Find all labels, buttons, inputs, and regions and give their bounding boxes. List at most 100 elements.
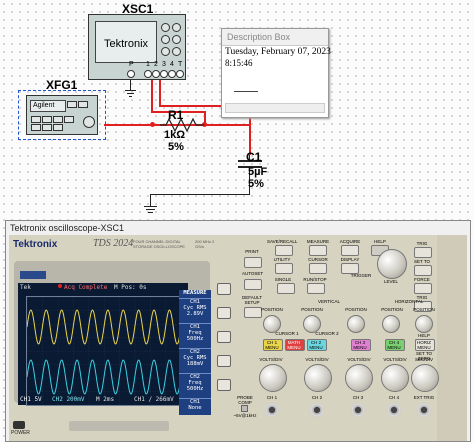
sec-div-label: SEC/DIV	[414, 357, 433, 362]
ch3-bnc-connector[interactable]	[351, 403, 365, 417]
measure-item-value: 2.89V	[186, 311, 204, 317]
scope-graticule	[26, 296, 182, 406]
force-trig-button[interactable]	[414, 283, 432, 294]
measure-item[interactable]: CH2 Cyc RMS 188mV	[179, 349, 211, 374]
trigger-section-label: TRIGGER	[350, 273, 372, 278]
ch3-position-knob[interactable]	[347, 315, 365, 333]
scope-terminal-label: 1	[146, 61, 150, 68]
probe-comp-terminal[interactable]	[241, 405, 248, 412]
fgen-icon-button	[31, 116, 41, 123]
set-50-button[interactable]	[414, 265, 432, 276]
resistor-ref: R1	[168, 108, 184, 122]
measure-item[interactable]: CH1 Cyc RMS 2.89V	[179, 299, 211, 324]
utility-button[interactable]	[275, 263, 293, 274]
capacitor-tolerance: 5%	[248, 178, 264, 190]
menu-option-button-5[interactable]	[217, 379, 231, 391]
menu-option-button-3[interactable]	[217, 331, 231, 343]
scope-icon-knob	[161, 23, 170, 32]
scope-window-title: Tektronix oscilloscope-XSC1	[10, 223, 125, 233]
position-label: POSITION	[413, 307, 435, 312]
ch2-volts-div-knob[interactable]	[304, 364, 332, 392]
resistor-tolerance: 5%	[168, 141, 184, 153]
description-box-title: Description Box	[222, 29, 328, 46]
bezel-handle	[20, 271, 46, 279]
save-recall-button[interactable]	[275, 245, 293, 256]
measure-item[interactable]: CH2 Freq 500Hz	[179, 374, 211, 399]
autoset-button[interactable]	[244, 279, 262, 290]
ch3-volts-div-knob[interactable]	[345, 364, 373, 392]
ch4-bnc-connector[interactable]	[387, 403, 401, 417]
acq-indicator-icon	[58, 284, 62, 288]
screen-acq-status: Acq Complete	[64, 284, 108, 291]
wire-ground-drop	[150, 194, 151, 206]
scope-subtitle: FOUR CHANNEL DIGITAL STORAGE OSCILLOSCOP…	[133, 239, 185, 249]
fgen-icon-brand: Agilent	[30, 100, 66, 112]
fgen-instrument-icon[interactable]: Agilent	[26, 95, 98, 135]
print-button[interactable]	[244, 257, 262, 268]
fgen-icon-button	[53, 124, 63, 131]
wire-ch2-vertical	[159, 78, 161, 106]
ch1-bnc-connector[interactable]	[265, 403, 279, 417]
run-stop-button[interactable]	[307, 283, 325, 294]
scope-brand: Tektronix	[13, 239, 58, 250]
cursor-button[interactable]	[309, 263, 327, 274]
description-box[interactable]: Description Box Tuesday, February 07, 20…	[221, 28, 331, 118]
scope-ground-symbol	[125, 90, 136, 91]
vertical-section-label: VERTICAL	[318, 299, 340, 304]
scope-terminal[interactable]	[168, 70, 176, 78]
cursor-label: CURSOR	[308, 257, 328, 262]
ch1-menu-label: CH 1 MENU	[265, 340, 279, 350]
ch2-bnc-connector[interactable]	[310, 403, 324, 417]
scope-icon-brand: Tektronix	[104, 38, 149, 50]
menu-option-button-4[interactable]	[217, 355, 231, 367]
description-scrollbar[interactable]	[225, 103, 325, 113]
scope-screen: Tek Acq Complete M Pos: 0s CH1 5V CH2 20…	[18, 283, 188, 406]
run-stop-label: RUN/STOP	[303, 277, 327, 282]
trig-menu-button[interactable]	[414, 247, 432, 258]
trigger-level-knob[interactable]	[377, 249, 407, 279]
scope-terminal[interactable]	[144, 70, 152, 78]
trigger-level-label: LEVEL	[383, 279, 398, 284]
measure-item[interactable]: CH1 None	[179, 399, 211, 423]
measure-item-value: 188mV	[186, 361, 204, 367]
default-setup-label: DEFAULT SETUP	[242, 295, 262, 305]
sec-div-knob[interactable]	[411, 364, 439, 392]
ch4-position-knob[interactable]	[382, 315, 400, 333]
ch2-connector-label: CH 2	[311, 395, 323, 400]
menu-option-button-1[interactable]	[217, 283, 231, 295]
ch1-volts-div-knob[interactable]	[259, 364, 287, 392]
measure-item-value: 500Hz	[186, 386, 204, 392]
single-seq-button[interactable]	[277, 283, 295, 294]
scope-terminal[interactable]	[152, 70, 160, 78]
measure-button[interactable]	[309, 245, 327, 256]
measure-label: MEASURE	[306, 239, 330, 244]
fgen-icon-button	[42, 116, 52, 123]
scope-model: TDS 2024	[93, 238, 134, 249]
cursor-2-label: CURSOR 2	[315, 331, 339, 336]
ext-trig-bnc-connector[interactable]	[417, 403, 431, 417]
scope-terminal[interactable]	[160, 70, 168, 78]
screen-ch1-scale: CH1 5V	[20, 396, 42, 403]
wire-ch1-vertical	[151, 78, 153, 112]
fgen-icon-button	[53, 116, 63, 123]
scope-icon-knob	[161, 35, 170, 44]
ch4-volts-div-knob[interactable]	[381, 364, 409, 392]
capacitor-value: 5µF	[248, 166, 268, 178]
scope-terminal[interactable]	[176, 70, 184, 78]
horizontal-position-knob[interactable]	[415, 315, 433, 333]
autoset-label: AUTOSET	[242, 271, 264, 276]
ch2-volts-div-label: VOLTS/DIV	[305, 357, 329, 362]
position-label: POSITION	[345, 307, 367, 312]
scope-bezel: Tek Acq Complete M Pos: 0s CH1 5V CH2 20…	[14, 261, 211, 415]
acquire-button[interactable]	[341, 245, 359, 256]
power-switch[interactable]	[13, 421, 25, 429]
ch4-volts-div-label: VOLTS/DIV	[383, 357, 407, 362]
fgen-icon-knob	[83, 116, 95, 128]
ext-trig-label: EXT TRIG	[413, 395, 435, 400]
measure-item[interactable]: CH1 Freq 500Hz	[179, 324, 211, 349]
scope-terminal[interactable]	[127, 70, 135, 78]
acquire-label: ACQUIRE	[339, 239, 361, 244]
ch1-connector-label: CH 1	[266, 395, 278, 400]
scope-instrument-icon[interactable]: Tektronix P 1 2 3 4 T	[88, 14, 186, 80]
menu-option-button-2[interactable]	[217, 307, 231, 319]
